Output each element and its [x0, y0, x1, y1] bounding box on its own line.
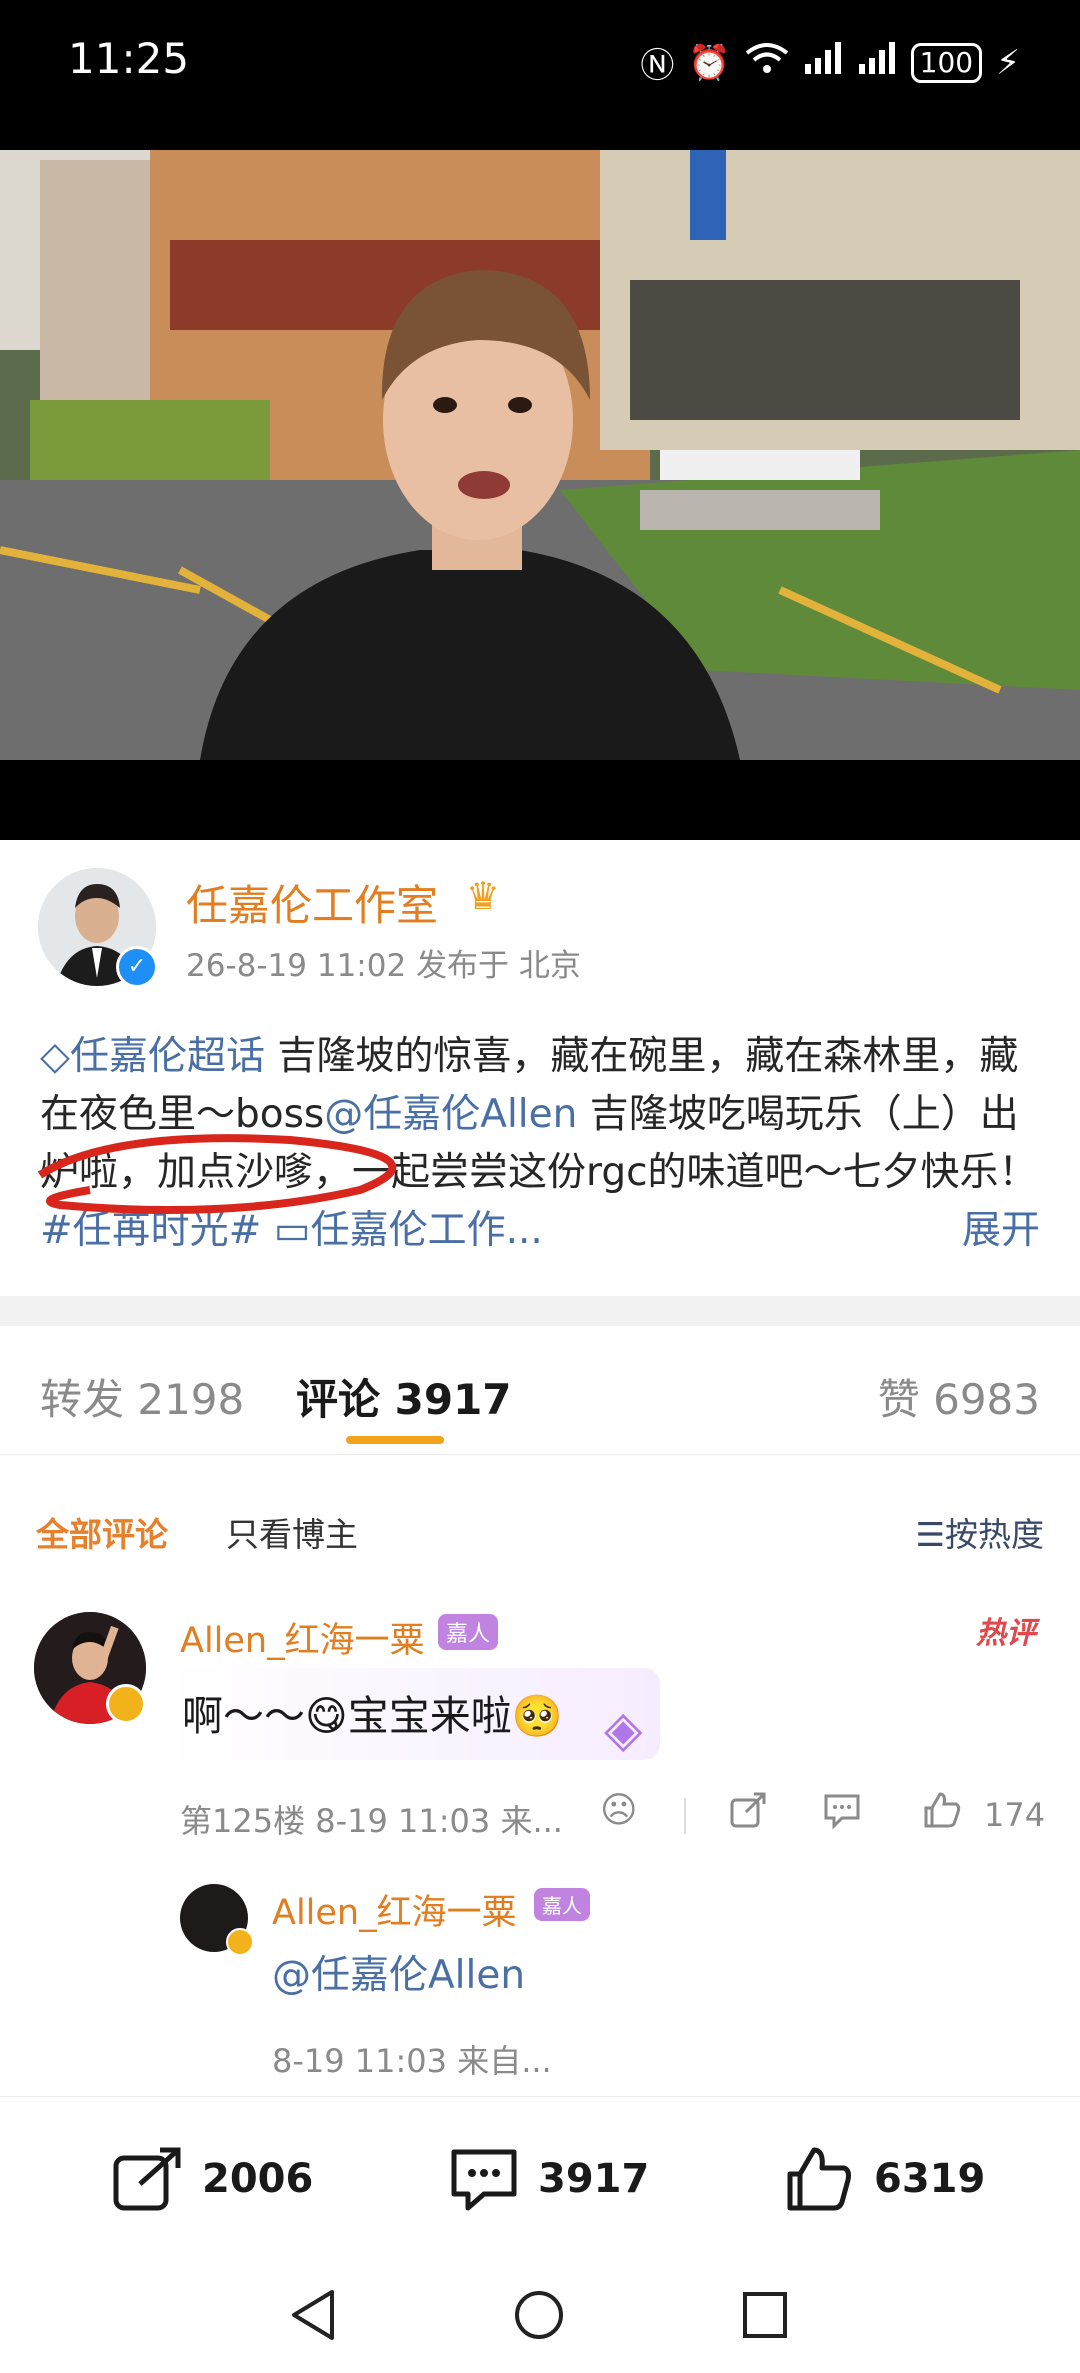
- video-player[interactable]: [0, 150, 1080, 760]
- wifi-icon: [745, 41, 789, 84]
- like-count: 6319: [874, 2156, 986, 2202]
- battery-indicator: 100: [910, 42, 983, 83]
- recents-icon[interactable]: [740, 2288, 790, 2342]
- commenter-badge-icon: [106, 1684, 146, 1724]
- fan-level-badge: 嘉人: [534, 1888, 590, 1921]
- thumbs-up-icon: [787, 2147, 851, 2211]
- back-icon[interactable]: [288, 2288, 338, 2342]
- comment-icon: [451, 2149, 517, 2211]
- charging-icon: ⚡: [996, 42, 1020, 83]
- like-button[interactable]: 6319: [784, 2146, 985, 2212]
- tab-forward[interactable]: 转发 2198: [40, 1366, 244, 1427]
- video-frame-image: [0, 150, 1080, 760]
- expand-button[interactable]: 展开: [962, 1202, 1040, 1260]
- thumbs-up-icon[interactable]: [922, 1790, 962, 1839]
- red-scribble-annotation: [37, 1134, 397, 1214]
- filter-owner-only[interactable]: 只看博主: [226, 1508, 358, 1556]
- sort-by-hot-button[interactable]: ☰按热度: [915, 1508, 1044, 1556]
- action-separator: [684, 1798, 686, 1834]
- supertopic-link[interactable]: ◇任嘉伦超话: [40, 1034, 265, 1079]
- fan-level-badge: 嘉人: [438, 1614, 499, 1650]
- signal-icon: [857, 42, 897, 83]
- tab-comment[interactable]: 评论 3917: [296, 1366, 512, 1427]
- post-location: 发布于 北京: [416, 948, 581, 984]
- commenter-name[interactable]: Allen_红海一粟: [180, 1612, 425, 1663]
- reply-meta: 8-19 11:03 来自...: [272, 2042, 552, 2080]
- signal-icon: [803, 42, 843, 83]
- reaction-icon[interactable]: ☹: [600, 1790, 638, 1831]
- clock: 11:25: [68, 34, 190, 83]
- filter-all-comments[interactable]: 全部评论: [36, 1508, 168, 1556]
- post-time: 26-8-19 11:02: [186, 948, 407, 984]
- repost-count: 2006: [202, 2156, 314, 2202]
- repost-button[interactable]: 2006: [112, 2146, 313, 2212]
- reply-icon[interactable]: [822, 1790, 862, 1839]
- hot-comment-badge: 热评: [976, 1616, 1036, 1651]
- reply-author-name[interactable]: Allen_红海一粟: [272, 1884, 517, 1935]
- alarm-icon: ⏰: [688, 42, 731, 83]
- status-icons: Ⓝ ⏰ 100 ⚡: [640, 38, 1020, 87]
- comment-meta: 第125楼 8-19 11:03 来...: [180, 1802, 563, 1840]
- comment-button[interactable]: 3917: [448, 2146, 649, 2212]
- post-meta: 26-8-19 11:02 发布于 北京: [186, 940, 581, 985]
- tab-like[interactable]: 赞 6983: [878, 1366, 1040, 1427]
- share-icon[interactable]: [728, 1790, 768, 1839]
- active-tab-indicator: [346, 1436, 444, 1444]
- comment-text: 啊～～😋宝宝来啦🥺: [182, 1692, 563, 1740]
- crown-icon: ♛: [466, 874, 501, 918]
- home-icon[interactable]: [512, 2288, 566, 2342]
- comment-count: 3917: [538, 2156, 650, 2202]
- video-letterbox: [0, 760, 1080, 840]
- verified-icon: ✓: [116, 946, 158, 988]
- comment-like-count: 174: [984, 1796, 1046, 1834]
- post-author-name[interactable]: 任嘉伦工作室: [186, 872, 438, 933]
- repost-icon: [113, 2147, 181, 2211]
- interaction-tabs: 转发 2198 评论 3917 赞 6983: [0, 1326, 1080, 1455]
- nfc-icon: Ⓝ: [640, 46, 675, 86]
- section-divider: [0, 1296, 1080, 1326]
- reply-text[interactable]: @任嘉伦Allen: [272, 1944, 525, 2000]
- reply-badge-icon: [226, 1928, 254, 1956]
- diamond-icon: ◈: [604, 1700, 643, 1758]
